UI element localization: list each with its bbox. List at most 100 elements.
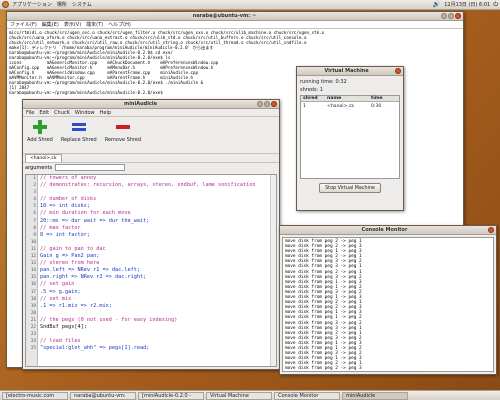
close-icon[interactable]: [488, 227, 494, 233]
line-number: 2: [33, 183, 36, 189]
console-monitor-window: Console Monitor move disk from peg 2 -> …: [279, 225, 497, 375]
code-line: Gain g => Pan2 pan;: [40, 253, 100, 260]
code-line: pan.left => NRev r1 => dac.left;: [40, 267, 140, 274]
terminal-menu-edit[interactable]: 編集(E): [42, 21, 59, 28]
line-number: 18: [30, 296, 36, 302]
maximize-icon[interactable]: [448, 13, 454, 19]
line-number: 23: [30, 332, 36, 338]
code-line: // load files: [40, 338, 81, 345]
mini-menu-chuck[interactable]: ChucK: [54, 110, 70, 116]
code-line: // the pegs (0 not used - for easy index…: [40, 316, 178, 323]
replace-shred-label: Replace Shred: [60, 137, 97, 143]
line-number: 8: [33, 225, 36, 231]
console-output[interactable]: move disk from peg 2 -> peg 1 move disk f…: [282, 237, 494, 372]
menu-applications[interactable]: アプリケーション: [12, 1, 52, 8]
clock[interactable]: 12月13日 (日) 6:01: [444, 1, 490, 8]
replace-shred-button[interactable]: Replace Shred: [61, 119, 97, 143]
code-line: // set mix: [40, 295, 72, 302]
code-line: .1 => r1.mix => r2.mix;: [40, 302, 112, 309]
line-number: 5: [33, 204, 36, 210]
mini-menu-edit[interactable]: Edit: [39, 110, 49, 116]
running-time: running time: 0:32: [300, 79, 400, 85]
arguments-row: arguments: [23, 163, 279, 172]
terminal-title: naraba@ubuntu-vm: ~: [192, 13, 257, 19]
table-row[interactable]: 1 <hanoi>.ck 0:30: [301, 102, 399, 110]
code-line: // set gain: [40, 281, 75, 288]
code-line: .5 => g.gain;: [40, 288, 81, 295]
taskbar-button[interactable]: [electro-music.com: [2, 391, 68, 400]
terminal-menu-view[interactable]: 表示(V): [64, 21, 81, 28]
col-name[interactable]: name: [325, 96, 369, 101]
terminal-menu-help[interactable]: ヘルプ(H): [108, 21, 131, 28]
mini-toolbar: Add Shred Replace Shred Remove Shred: [23, 117, 279, 154]
terminal-menu-terminal[interactable]: 端末(T): [86, 21, 103, 28]
miniaudicle-window: miniAudicle File Edit ChucK Window Help …: [22, 99, 280, 370]
line-number: 4: [33, 197, 36, 203]
shreds-label: shreds:: [300, 87, 319, 93]
ubuntu-logo-icon[interactable]: [2, 1, 9, 8]
menu-places[interactable]: 場所: [57, 1, 67, 8]
power-icon[interactable]: ⏻: [493, 1, 498, 9]
line-number: 22: [30, 324, 36, 330]
mini-menu-help[interactable]: Help: [100, 110, 111, 116]
volume-icon[interactable]: 🔊: [433, 1, 440, 8]
line-number: 1: [33, 176, 36, 181]
shred-count: shreds: 1: [300, 87, 400, 93]
taskbar-button[interactable]: Console Monitor: [274, 391, 340, 400]
line-number: 17: [30, 289, 36, 295]
console-titlebar[interactable]: Console Monitor: [280, 226, 496, 235]
col-time[interactable]: time: [369, 96, 397, 101]
virtual-machine-window: Virtual Machine running time: 0:32 shred…: [296, 66, 404, 211]
mini-menu-window[interactable]: Window: [75, 110, 95, 116]
line-number: 20: [30, 310, 36, 316]
close-icon[interactable]: [395, 68, 401, 74]
taskbar-button[interactable]: naraba@ubuntu-vm:: [70, 391, 136, 400]
add-shred-button[interactable]: Add Shred: [27, 119, 53, 143]
code-line: // max factor: [40, 224, 81, 231]
taskbar-button[interactable]: [miniAudicle-0.2.0 -: [138, 391, 204, 400]
taskbar-button[interactable]: miniAudicle: [342, 391, 408, 400]
tab-hanoi[interactable]: <hanoi>.ck: [25, 154, 62, 162]
col-shred[interactable]: shred: [301, 96, 325, 101]
code-line: "special:glot_ahh" => pegs[1].read;: [40, 345, 150, 352]
arguments-label: arguments: [25, 164, 53, 171]
code-line: 8 => int factor;: [40, 231, 90, 238]
line-number: 25: [30, 346, 36, 352]
minimize-icon[interactable]: [257, 101, 263, 107]
terminal-titlebar[interactable]: naraba@ubuntu-vm: ~: [7, 12, 463, 21]
maximize-icon[interactable]: [264, 101, 270, 107]
code-editor[interactable]: 1 2 3 4 5 6 7 8 9 10 11 12 13 14 15 16 17 18 19 20 21 22 23 24 2…: [25, 174, 277, 367]
console-line: move disk from peg 2 -> peg 3: [285, 366, 362, 372]
mini-titlebar[interactable]: miniAudicle: [23, 100, 279, 109]
menu-system[interactable]: システム: [72, 1, 92, 8]
code-line: // gain to pan to dac: [40, 245, 106, 252]
line-number: 19: [30, 303, 36, 309]
line-number: 7: [33, 218, 36, 224]
taskbar-button[interactable]: Virtual Machine: [206, 391, 272, 400]
code-line: 10 => int disks;: [40, 203, 90, 210]
bottom-panel: [electro-music.com naraba@ubuntu-vm: [mini…: [0, 390, 500, 400]
stop-vm-button[interactable]: Stop Virtual Machine: [319, 183, 381, 193]
mini-title: miniAudicle: [124, 101, 157, 107]
close-icon[interactable]: [271, 101, 277, 107]
replace-icon: [71, 123, 86, 131]
console-title: Console Monitor: [361, 227, 408, 233]
code-area[interactable]: // towers of annoy// demonstrates: recur…: [38, 175, 270, 366]
editor-scrollbar[interactable]: [270, 175, 276, 366]
line-number: 10: [30, 239, 36, 245]
close-icon[interactable]: [455, 13, 461, 19]
line-number: 21: [30, 317, 36, 323]
remove-shred-button[interactable]: Remove Shred: [105, 119, 141, 143]
minimize-icon[interactable]: [441, 13, 447, 19]
shred-table: shred name time 1 <hanoi>.ck 0:30: [300, 95, 400, 179]
row-time: 0:30: [371, 103, 382, 109]
terminal-menu-file[interactable]: ファイル(F): [10, 21, 37, 28]
vm-titlebar[interactable]: Virtual Machine: [297, 67, 403, 76]
row-shred: 1: [303, 103, 306, 109]
arguments-input[interactable]: [55, 164, 126, 171]
line-number: 24: [30, 339, 36, 345]
mini-tabbar: <hanoi>.ck: [23, 154, 279, 163]
code-line: 20::ms => dur wait => dur the_wait;: [40, 217, 150, 224]
line-number-gutter: 1 2 3 4 5 6 7 8 9 10 11 12 13 14 15 16 17 18 19 20 21 22 23 24 2…: [26, 175, 38, 366]
mini-menu-file[interactable]: File: [26, 110, 34, 116]
